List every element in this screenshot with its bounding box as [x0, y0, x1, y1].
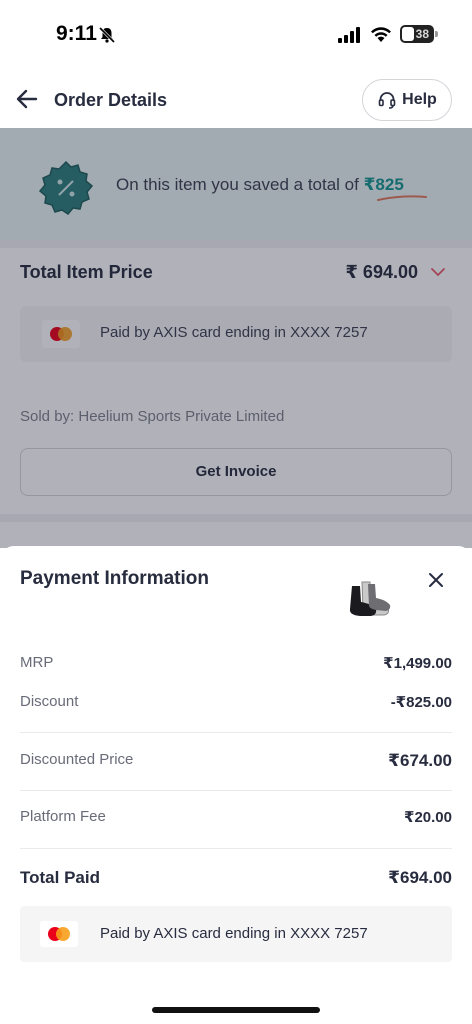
status-bar: 9:11 38: [0, 0, 472, 70]
discount-value: -₹825.00: [390, 694, 452, 711]
discount-label: Discount: [20, 693, 79, 710]
signal-icon: [338, 27, 360, 43]
app-header: Order Details Help: [0, 70, 472, 128]
battery-level: 38: [415, 27, 429, 41]
headset-icon: [378, 92, 396, 109]
help-label: Help: [402, 91, 437, 108]
help-button[interactable]: Help: [362, 79, 452, 121]
total-paid-row: Total Paid ₹694.00: [20, 868, 452, 890]
discounted-price-value: ₹674.00: [388, 751, 452, 770]
back-arrow-icon[interactable]: [14, 86, 40, 112]
total-paid-label: Total Paid: [20, 868, 100, 887]
modal-backdrop[interactable]: [0, 128, 472, 548]
product-thumbnail: [349, 581, 391, 616]
payment-information-sheet: Payment Information MRP ₹1,499.00 Discou…: [0, 546, 472, 1024]
payment-method-box: Paid by AXIS card ending in XXXX 7257: [20, 906, 452, 962]
bell-off-icon: [98, 26, 116, 44]
mastercard-icon: [40, 921, 78, 947]
total-paid-value: ₹694.00: [388, 868, 452, 887]
discount-row: Discount -₹825.00: [20, 693, 452, 715]
sheet-title: Payment Information: [20, 568, 209, 589]
battery-icon: 38: [400, 25, 434, 43]
mrp-label: MRP: [20, 654, 54, 671]
divider: [20, 790, 452, 791]
platform-fee-label: Platform Fee: [20, 808, 106, 825]
divider: [20, 848, 452, 849]
discounted-price-label: Discounted Price: [20, 751, 134, 768]
platform-fee-value: ₹20.00: [404, 809, 452, 826]
mrp-row: MRP ₹1,499.00: [20, 654, 452, 676]
close-icon[interactable]: [428, 572, 444, 588]
mrp-value: ₹1,499.00: [383, 655, 452, 672]
discounted-price-row: Discounted Price ₹674.00: [20, 751, 452, 773]
payment-method-text: Paid by AXIS card ending in XXXX 7257: [100, 925, 368, 942]
divider: [20, 732, 452, 733]
platform-fee-row: Platform Fee ₹20.00: [20, 808, 452, 830]
status-time: 9:11: [56, 22, 97, 45]
wifi-icon: [371, 27, 391, 42]
home-indicator[interactable]: [152, 1007, 320, 1013]
page-title: Order Details: [54, 90, 168, 110]
